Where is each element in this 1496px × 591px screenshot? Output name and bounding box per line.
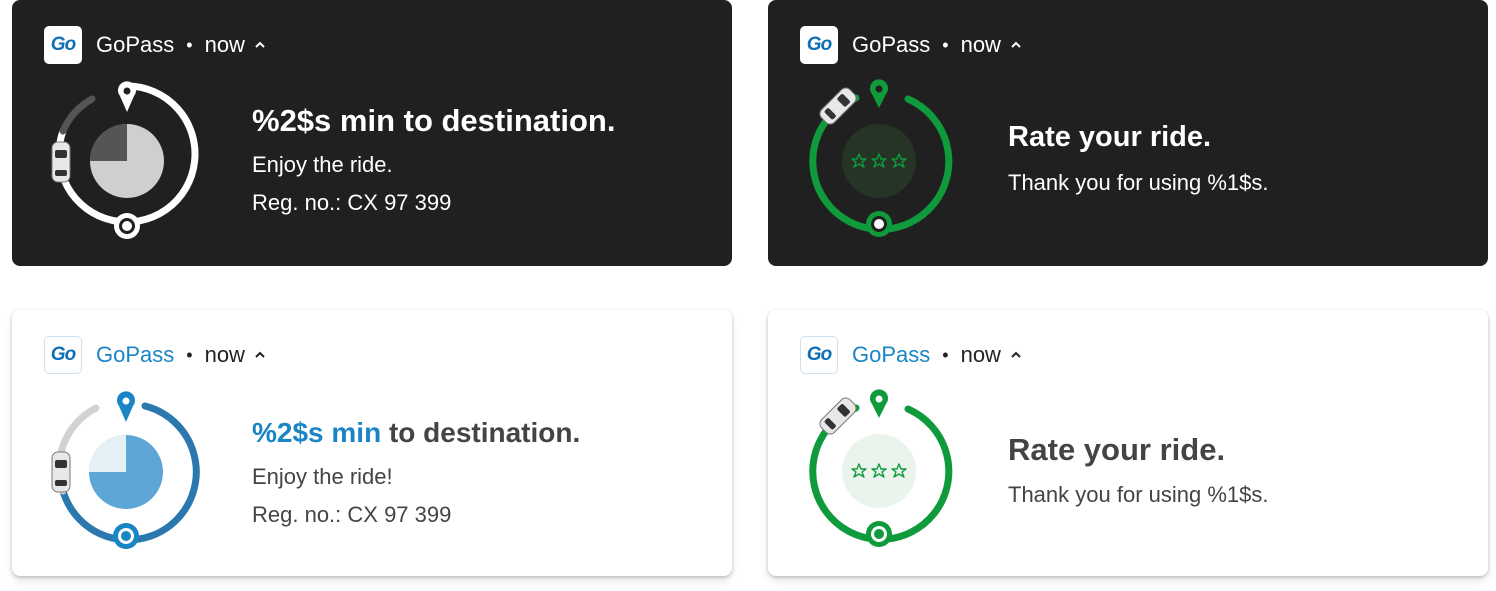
destination-ring-icon — [113, 523, 139, 549]
separator-dot: • — [942, 344, 949, 365]
app-logo-icon: Go — [800, 26, 838, 64]
notification-header[interactable]: Go GoPass • now — [44, 25, 265, 65]
registration-number: Reg. no.: CX 97 399 — [252, 190, 452, 215]
destination-ring-icon — [114, 213, 140, 239]
app-logo-icon: Go — [44, 26, 82, 64]
app-logo-icon: Go — [44, 336, 82, 374]
destination-ring-icon — [866, 521, 892, 547]
progress-pie — [90, 124, 164, 198]
location-pin-icon — [870, 79, 888, 108]
timestamp: now — [204, 32, 245, 57]
notification-message: Thank you for using %1$s. — [1008, 170, 1269, 195]
rating-backdrop — [842, 434, 916, 508]
progress-pie — [89, 435, 163, 509]
notification-header[interactable]: Go GoPass • now — [800, 25, 1021, 65]
notification-trip-progress-dark[interactable]: Go GoPass • now %2$s min to destination.… — [12, 0, 732, 266]
separator-dot: • — [942, 34, 949, 55]
location-pin-icon — [870, 389, 888, 418]
app-name: GoPass — [96, 32, 175, 57]
trip-progress-graphic — [42, 384, 212, 554]
notification-message: Enjoy the ride! — [252, 464, 393, 489]
separator-dot: • — [186, 34, 193, 55]
location-pin-icon — [118, 81, 136, 112]
notification-title: %2$s min to destination. — [252, 103, 616, 138]
location-pin-icon — [117, 391, 135, 422]
chevron-up-icon[interactable] — [1011, 40, 1021, 50]
app-name: GoPass — [852, 342, 931, 367]
registration-number: Reg. no.: CX 97 399 — [252, 502, 452, 527]
notification-message: Enjoy the ride. — [252, 152, 393, 177]
notification-title: %2$s min to destination. — [252, 417, 580, 449]
notification-title: Rate your ride. — [1008, 432, 1226, 467]
app-name: GoPass — [96, 342, 175, 367]
notification-rate-ride-light[interactable]: Go GoPass • now Rate your ride. Thank yo… — [768, 310, 1488, 576]
rating-graphic — [798, 384, 968, 554]
notification-title: Rate your ride. — [1008, 121, 1212, 153]
chevron-up-icon[interactable] — [1011, 350, 1021, 360]
notification-header[interactable]: Go GoPass • now — [800, 335, 1021, 375]
notification-message: Thank you for using %1$s. — [1008, 482, 1269, 507]
destination-ring-icon — [866, 211, 892, 237]
title-rest: to destination. — [381, 417, 581, 448]
chevron-up-icon[interactable] — [255, 40, 265, 50]
separator-dot: • — [186, 344, 193, 365]
notification-rate-ride-dark[interactable]: Go GoPass • now Rate your ride. Thank yo… — [768, 0, 1488, 266]
rating-graphic — [798, 74, 968, 244]
notification-header[interactable]: Go GoPass • now — [44, 335, 265, 375]
timestamp: now — [960, 342, 1001, 367]
app-name: GoPass — [852, 32, 931, 57]
title-highlight: %2$s min — [252, 417, 382, 448]
car-icon — [819, 397, 857, 435]
timestamp: now — [204, 342, 245, 367]
chevron-up-icon[interactable] — [255, 350, 265, 360]
app-logo-icon: Go — [800, 336, 838, 374]
trip-progress-graphic — [42, 74, 212, 244]
car-icon — [819, 87, 857, 125]
timestamp: now — [960, 32, 1001, 57]
car-icon — [51, 451, 71, 493]
rating-backdrop — [842, 124, 916, 198]
car-icon — [51, 141, 71, 183]
notification-trip-progress-light[interactable]: Go GoPass • now %2$s min to destination.… — [12, 310, 732, 576]
